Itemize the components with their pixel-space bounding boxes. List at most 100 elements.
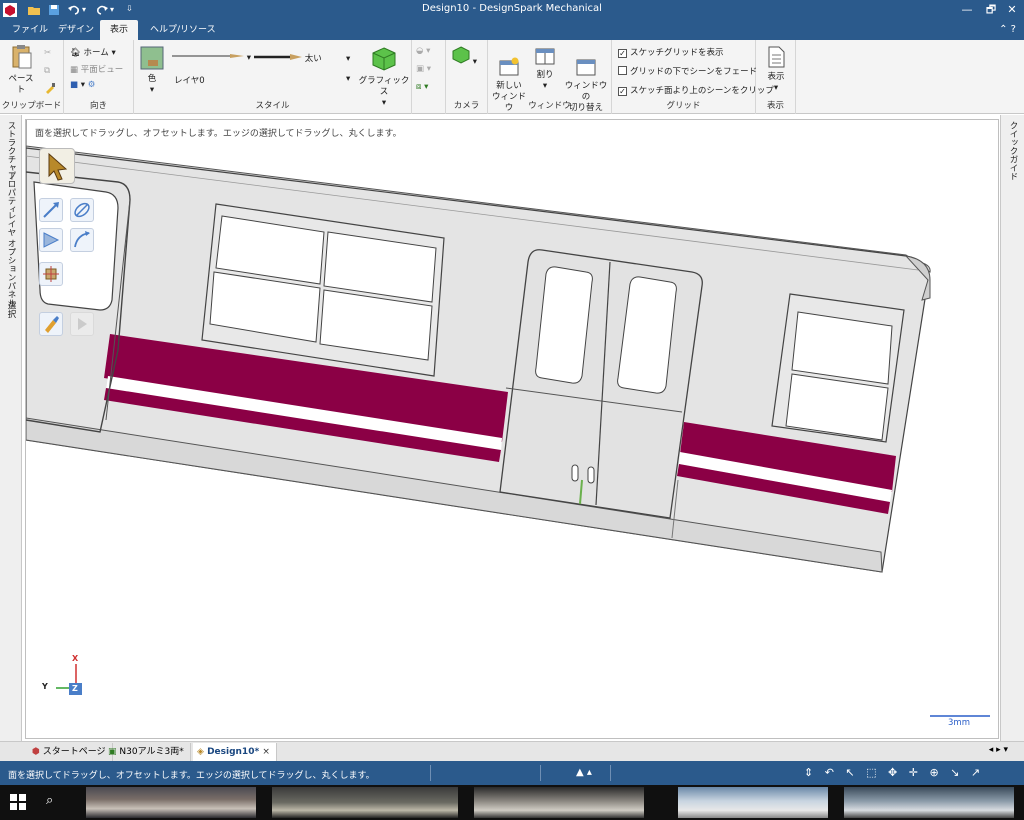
fill-icon bbox=[43, 232, 60, 248]
camera-group: ▾ カメラ bbox=[446, 40, 488, 114]
home-label: ホーム bbox=[83, 48, 109, 58]
clip-scene-label: スケッチ面より上のシーンをクリップ bbox=[630, 86, 774, 96]
paste-label: ペースト bbox=[8, 74, 34, 95]
line-weight-dropdown[interactable]: 太い bbox=[254, 52, 322, 64]
panel-tab-layers[interactable]: レイヤ bbox=[5, 211, 17, 237]
line-weight-chevron-icon[interactable]: ▾ bbox=[346, 54, 350, 64]
show-document-icon bbox=[768, 46, 785, 68]
close-button[interactable]: ✕ bbox=[1000, 0, 1024, 20]
copy-icon[interactable]: ⧉ bbox=[44, 66, 50, 76]
blend-curve-icon bbox=[74, 231, 90, 248]
color-label: 色 bbox=[147, 74, 157, 84]
camera-cube-button[interactable]: ▾ bbox=[452, 46, 477, 67]
split-button[interactable]: 割り ▾ bbox=[530, 46, 560, 92]
taskbar-thumbnail[interactable] bbox=[844, 787, 1014, 818]
right-panel-tabs: クイックガイド bbox=[1000, 115, 1024, 745]
clipboard-group: ペースト ✂ ⧉ クリップボード bbox=[0, 40, 64, 114]
axis-y-label: Y bbox=[42, 682, 48, 691]
window-group-label: ウィンドウ bbox=[528, 101, 571, 111]
view-nav-icons[interactable]: ⇕ ↶ ↖ ⬚ ✥ ✛ ⊕ ↘ ↗ bbox=[804, 766, 984, 779]
app-window: ▾ ▾ ⇩ Design10 - DesignSpark Mechanical … bbox=[0, 0, 1024, 820]
paste-button[interactable]: ペースト bbox=[6, 44, 36, 96]
switch-window-button[interactable]: ウィンドウの 切り替え bbox=[562, 46, 610, 125]
layer-dropdown[interactable]: レイヤ0 bbox=[174, 74, 205, 86]
taskbar-thumbnail[interactable] bbox=[678, 787, 828, 818]
ribbon-tab-bar: ファイル デザイン 表示 ヘルプ/リソース ⌃ ? bbox=[0, 20, 1024, 40]
wire-view-icon[interactable]: ⧈ ▾ bbox=[416, 82, 428, 92]
blend-tool-button[interactable] bbox=[70, 228, 94, 252]
panel-tab-properties[interactable]: プロパティ bbox=[5, 171, 17, 214]
sphere-view-icon[interactable]: ◒ ▾ bbox=[416, 46, 430, 56]
cut-icon[interactable]: ✂ bbox=[44, 48, 51, 58]
show-sketch-grid-checkbox[interactable]: ✓ スケッチグリッドを表示 bbox=[618, 46, 724, 58]
select-cursor-icon bbox=[48, 152, 68, 181]
title-bar: ▾ ▾ ⇩ Design10 - DesignSpark Mechanical … bbox=[0, 0, 1024, 20]
new-window-icon bbox=[499, 57, 519, 76]
style-group-label: スタイル bbox=[255, 101, 290, 111]
panel-tab-options[interactable]: オプションパネル bbox=[5, 239, 17, 307]
paste-icon bbox=[12, 45, 32, 69]
status-divider bbox=[540, 765, 541, 781]
cube-icon: ■ bbox=[70, 80, 79, 90]
home-button[interactable]: 🏠︎ ホーム ▾ bbox=[70, 46, 116, 58]
panel-tab-quick-guide[interactable]: クイックガイド bbox=[1007, 121, 1019, 181]
panel-tab-selection[interactable]: 選択 bbox=[5, 301, 17, 318]
format-painter-icon[interactable] bbox=[44, 82, 56, 97]
selection-filter-icon[interactable]: ▲ ▴ bbox=[576, 767, 592, 778]
axis-x-label: X bbox=[72, 654, 79, 663]
status-divider bbox=[430, 765, 431, 781]
plan-view-button[interactable]: ▦ 平面ビュー bbox=[70, 63, 123, 75]
line-style-dropdown[interactable]: ▾ bbox=[172, 52, 251, 63]
switch-window-icon bbox=[576, 59, 596, 76]
orbit-icon: ⚙ bbox=[87, 80, 96, 90]
checkbox-checked-icon: ✓ bbox=[618, 49, 627, 58]
show-button[interactable]: 表示 ▾ bbox=[760, 46, 792, 94]
line-weight-label: 太い bbox=[304, 54, 322, 64]
doc-tab-start-page[interactable]: ⬢ スタートページ bbox=[28, 743, 113, 761]
camera-cube-icon bbox=[452, 46, 470, 64]
tab-scroll-arrows-icon[interactable]: ◂ ▸ ▾ bbox=[989, 745, 1008, 755]
layer-chevron-icon[interactable]: ▾ bbox=[346, 74, 350, 84]
split-label: 割り bbox=[536, 70, 554, 80]
tab-help-resources[interactable]: ヘルプ/リソース bbox=[140, 20, 226, 40]
start-page-icon: ⬢ bbox=[32, 747, 40, 757]
new-window-button[interactable]: 新しい ウィンドウ bbox=[490, 46, 528, 125]
search-icon[interactable]: ⌕ bbox=[46, 793, 53, 808]
paint-tool-button[interactable] bbox=[39, 312, 63, 336]
show-group: 表示 ▾ 表示 bbox=[756, 40, 796, 114]
pull-tool-button[interactable] bbox=[39, 198, 63, 222]
tab-view[interactable]: 表示 bbox=[100, 20, 139, 40]
show-label: 表示 bbox=[767, 72, 785, 82]
minimize-button[interactable]: — bbox=[955, 0, 979, 20]
doc-tab-design10[interactable]: ◈ Design10* × bbox=[193, 743, 277, 761]
move-orbit-icon bbox=[74, 202, 90, 218]
design-canvas[interactable]: 面を選択してドラッグし、オフセットします。エッジの選択してドラッグし、丸くします… bbox=[25, 119, 999, 739]
help-icon[interactable]: ⌃ ? bbox=[999, 24, 1016, 35]
tab-design[interactable]: デザイン bbox=[48, 20, 104, 40]
window-title: Design10 - DesignSpark Mechanical bbox=[422, 3, 602, 14]
move-tool-button[interactable] bbox=[70, 198, 94, 222]
combine-tool-button[interactable] bbox=[39, 262, 63, 286]
windows-start-icon[interactable] bbox=[10, 794, 26, 814]
clipboard-group-label: クリップボード bbox=[1, 101, 62, 111]
orient-group-label: 向き bbox=[89, 101, 107, 111]
home-icon: 🏠︎ bbox=[70, 48, 81, 58]
grid-group: ✓ スケッチグリッドを表示 グリッドの下でシーンをフェード ✓ スケッチ面より上のシ… bbox=[612, 40, 774, 114]
model-viewport[interactable] bbox=[26, 120, 999, 739]
taskbar-thumbnail[interactable] bbox=[474, 787, 644, 818]
select-tool-button[interactable] bbox=[39, 148, 75, 184]
doc-tab-n30[interactable]: ▣ N30アルミ3両* bbox=[104, 743, 191, 761]
taskbar-thumbnail[interactable] bbox=[86, 787, 256, 818]
status-text: 面を選択してドラッグし、オフセットします。エッジの選択してドラッグし、丸くします… bbox=[8, 771, 375, 781]
fade-scene-checkbox[interactable]: グリッドの下でシーンをフェード bbox=[618, 65, 757, 77]
fill-tool-button[interactable] bbox=[39, 228, 63, 252]
color-button[interactable]: 色 ▾ bbox=[138, 46, 166, 96]
play-tool-button[interactable] bbox=[70, 312, 94, 336]
left-panel-tabs: ストラクチャー プロパティ レイヤ オプションパネル 選択 bbox=[0, 115, 22, 745]
box-view-icon[interactable]: ▣ ▾ bbox=[416, 64, 431, 74]
clip-scene-checkbox[interactable]: ✓ スケッチ面より上のシーンをクリップ bbox=[618, 84, 774, 96]
scale-label: 3mm bbox=[948, 718, 970, 728]
view-cube-button[interactable]: ■ ▾ ⚙ bbox=[70, 80, 95, 90]
close-tab-icon[interactable]: × bbox=[262, 747, 270, 757]
taskbar-thumbnail[interactable] bbox=[272, 787, 458, 818]
